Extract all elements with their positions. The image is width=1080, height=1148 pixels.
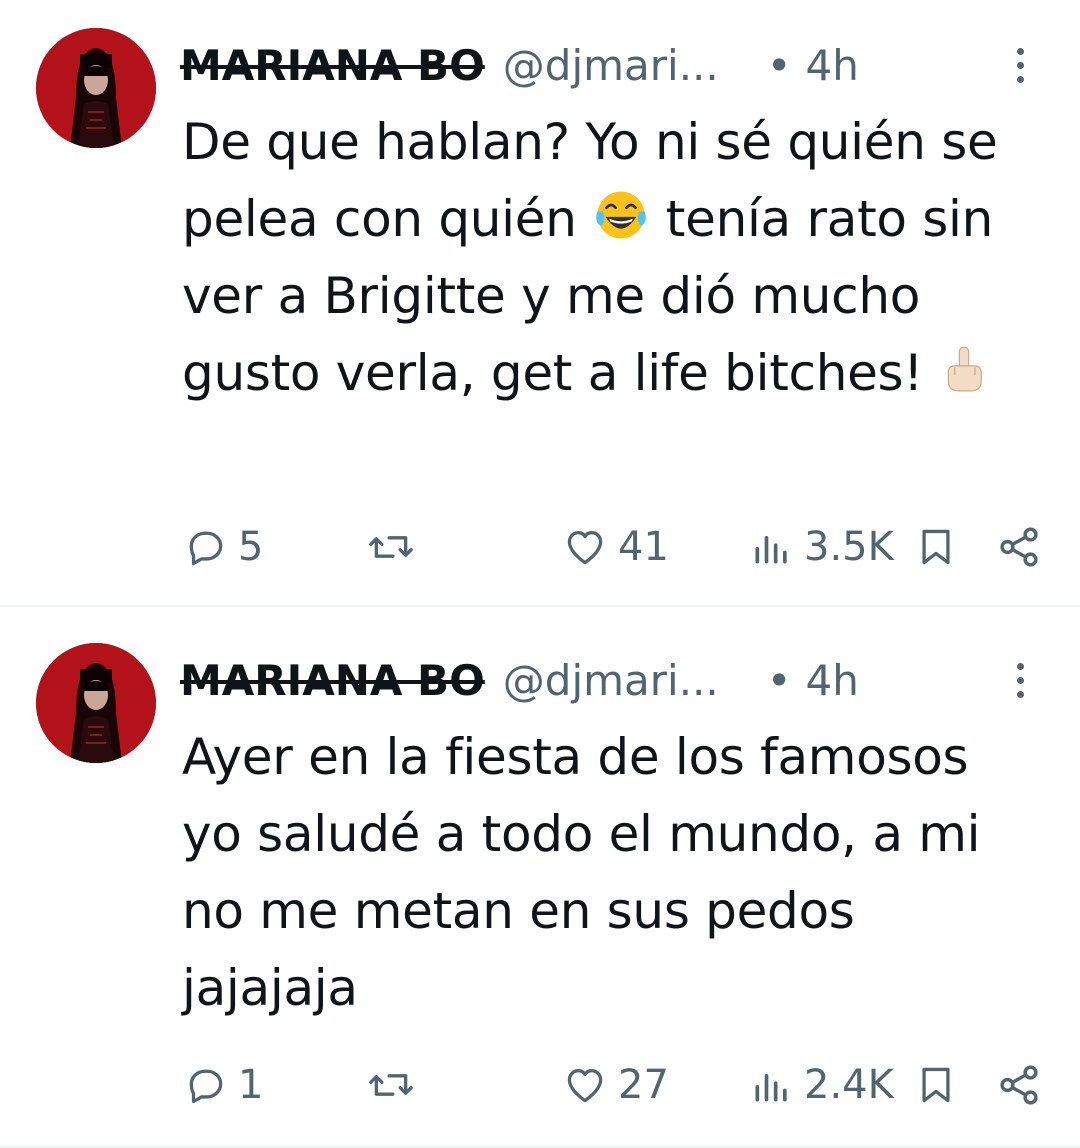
more-options-button[interactable] bbox=[1000, 40, 1040, 90]
share-icon bbox=[1000, 1065, 1038, 1105]
tweet[interactable]: MARIANA BO @djmari... • 4h De que hablan… bbox=[0, 0, 1080, 607]
user-handle[interactable]: @djmari... bbox=[503, 656, 719, 705]
tweet-header: MARIANA BO @djmari... • 4h bbox=[180, 30, 1060, 100]
tweet-text: De que hablan? Yo ni sé quién se pelea c… bbox=[182, 104, 1042, 412]
views-button[interactable]: 3.5K bbox=[750, 517, 894, 577]
heart-icon bbox=[567, 531, 603, 565]
reply-button[interactable]: 1 bbox=[184, 1055, 263, 1115]
reply-icon bbox=[189, 531, 223, 566]
more-icon bbox=[1016, 662, 1024, 670]
avatar-image bbox=[36, 28, 156, 148]
like-button[interactable]: 41 bbox=[562, 517, 669, 577]
bookmark-icon bbox=[922, 1067, 950, 1103]
reply-count: 5 bbox=[238, 524, 264, 570]
avatar[interactable] bbox=[36, 643, 156, 763]
share-icon bbox=[1000, 527, 1038, 567]
heart-icon bbox=[567, 1069, 603, 1103]
views-icon bbox=[755, 536, 787, 564]
bookmark-button[interactable] bbox=[914, 517, 958, 577]
tweet-actions: 5 41 3.5K bbox=[0, 517, 1080, 577]
separator-dot: • bbox=[766, 655, 792, 705]
repost-button[interactable] bbox=[366, 517, 416, 577]
tweet-text: Ayer en la fiesta de los famosos yo salu… bbox=[182, 728, 981, 1017]
like-button[interactable]: 27 bbox=[562, 1055, 669, 1115]
tweet-header: MARIANA BO @djmari... • 4h bbox=[180, 645, 1060, 715]
like-count: 41 bbox=[618, 524, 669, 570]
views-count: 2.4K bbox=[804, 1062, 894, 1108]
share-button[interactable] bbox=[996, 517, 1042, 577]
face-with-tears-of-joy-icon bbox=[596, 191, 646, 239]
avatar[interactable] bbox=[36, 28, 156, 148]
repost-button[interactable] bbox=[366, 1055, 416, 1115]
tweet[interactable]: MARIANA BO @djmari... • 4h Ayer en la fi… bbox=[0, 607, 1080, 1148]
reply-button[interactable]: 5 bbox=[184, 517, 263, 577]
display-name[interactable]: MARIANA BO bbox=[180, 41, 485, 90]
timestamp[interactable]: 4h bbox=[806, 41, 859, 90]
timestamp[interactable]: 4h bbox=[806, 656, 859, 705]
separator-dot: • bbox=[766, 40, 792, 90]
bookmark-button[interactable] bbox=[914, 1055, 958, 1115]
tweet-actions: 1 27 2.4K bbox=[0, 1055, 1080, 1115]
repost-icon bbox=[369, 1074, 413, 1096]
avatar-image bbox=[36, 643, 156, 763]
bookmark-icon bbox=[922, 529, 950, 565]
share-button[interactable] bbox=[996, 1055, 1042, 1115]
repost-icon bbox=[369, 536, 413, 558]
more-icon bbox=[1016, 47, 1024, 55]
reply-icon bbox=[189, 1069, 223, 1104]
more-options-button[interactable] bbox=[1000, 655, 1040, 705]
views-button[interactable]: 2.4K bbox=[750, 1055, 894, 1115]
display-name[interactable]: MARIANA BO bbox=[180, 656, 485, 705]
reply-count: 1 bbox=[238, 1062, 264, 1108]
views-count: 3.5K bbox=[804, 524, 894, 570]
middle-finger-icon bbox=[947, 346, 982, 392]
like-count: 27 bbox=[618, 1062, 669, 1108]
views-icon bbox=[755, 1074, 787, 1102]
user-handle[interactable]: @djmari... bbox=[503, 41, 719, 90]
